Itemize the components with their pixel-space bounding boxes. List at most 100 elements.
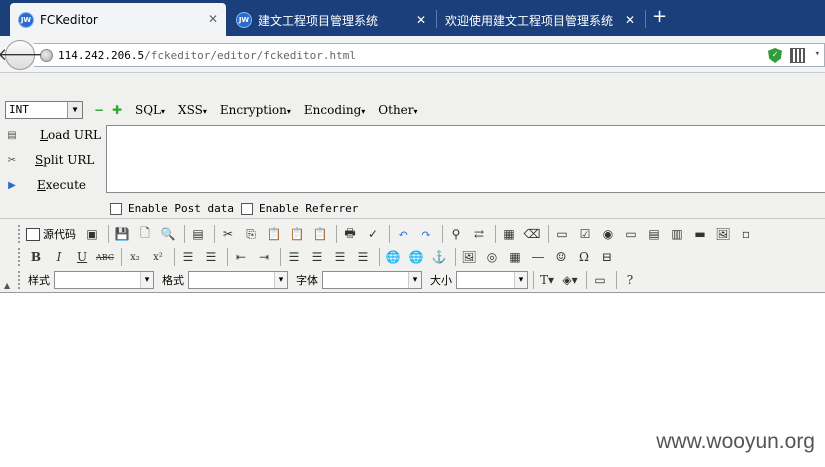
paste-word-icon[interactable]: 📋 [310, 224, 330, 244]
unordered-list-icon[interactable]: ☰ [201, 247, 221, 267]
background-color-icon[interactable]: ◈▾ [560, 270, 580, 290]
align-justify-icon[interactable]: ☰ [353, 247, 373, 267]
qr-code-icon[interactable] [790, 48, 805, 63]
hidden-field-icon[interactable]: ▫ [736, 224, 756, 244]
chevron-down-icon: ▼ [67, 102, 82, 118]
undo-icon[interactable]: ↶ [393, 224, 413, 244]
textarea-icon[interactable]: ▤ [644, 224, 664, 244]
smiley-icon[interactable]: ☺ [551, 247, 571, 267]
jw-favicon-icon: JW [18, 11, 34, 28]
url-dropdown-icon[interactable]: ▾ [815, 49, 820, 59]
redo-icon[interactable]: ↷ [416, 224, 436, 244]
paste-text-icon[interactable]: 📋 [287, 224, 307, 244]
editor-content-area[interactable]: www.wooyun.org [0, 293, 825, 467]
text-color-icon[interactable]: T▾ [537, 270, 557, 290]
minus-button[interactable]: − [94, 104, 104, 116]
select-all-icon[interactable]: ▦ [499, 224, 519, 244]
url-textarea[interactable] [106, 125, 825, 193]
align-right-icon[interactable]: ☰ [330, 247, 350, 267]
source-label: 源代码 [43, 228, 76, 241]
new-tab-button[interactable]: + [652, 8, 667, 26]
spellcheck-icon[interactable]: ✓ [363, 224, 383, 244]
ordered-list-icon[interactable]: ☰ [178, 247, 198, 267]
image-button-icon[interactable]: 🖼 [713, 224, 733, 244]
help-icon[interactable]: ? [620, 270, 640, 290]
tab-welcome[interactable]: 欢迎使用建文工程项目管理系统 ✕ [437, 4, 643, 36]
paste-icon[interactable]: 📋 [264, 224, 284, 244]
back-button[interactable]: 🡐 [0, 40, 43, 70]
italic-button[interactable]: I [49, 247, 69, 267]
unlink-icon[interactable]: 🌐 [406, 247, 426, 267]
source-button[interactable]: 源代码 [26, 226, 76, 242]
strikethrough-button[interactable]: ABC [95, 247, 115, 267]
security-shield-icon[interactable]: ✓ [768, 48, 782, 63]
outdent-icon[interactable]: ⇤ [231, 247, 251, 267]
indent-icon[interactable]: ⇥ [254, 247, 274, 267]
tab-fckeditor[interactable]: JW FCKeditor ✕ [10, 3, 226, 36]
radio-icon[interactable]: ◉ [598, 224, 618, 244]
anchor-icon[interactable]: ⚓ [429, 247, 449, 267]
align-center-icon[interactable]: ☰ [307, 247, 327, 267]
textfield-icon[interactable]: ▭ [621, 224, 641, 244]
menu-other[interactable]: Other [378, 103, 417, 117]
toolbar-separator [533, 271, 534, 289]
menu-xss[interactable]: XSS [178, 103, 207, 117]
align-left-icon[interactable]: ☰ [284, 247, 304, 267]
button-field-icon[interactable]: ▬ [690, 224, 710, 244]
link-icon[interactable]: 🌐 [383, 247, 403, 267]
toolbar-separator [389, 225, 390, 243]
menu-sql[interactable]: SQL [135, 103, 165, 117]
toolbar-separator [379, 248, 380, 266]
toolbar-row-1: 源代码 ▣ 💾 🗋 🔍 ▤ ✂ ⎘ 📋 📋 📋 🖶 ✓ ↶ ↷ ⚲ ⇄ ▦ ⌫ … [18, 223, 759, 245]
enable-post-data-checkbox[interactable]: Enable Post data [110, 202, 234, 215]
flash-icon[interactable]: ◎ [482, 247, 502, 267]
tab-close-icon[interactable]: ✕ [208, 12, 218, 26]
type-select[interactable]: INT ▼ [5, 101, 83, 119]
special-char-icon[interactable]: Ω [574, 247, 594, 267]
print-icon[interactable]: 🖶 [340, 224, 360, 244]
watermark: www.wooyun.org [656, 430, 815, 453]
new-page-icon[interactable]: 🗋 [135, 224, 155, 244]
tab-close-icon[interactable]: ✕ [625, 13, 635, 27]
checkbox-box[interactable] [241, 202, 253, 215]
copy-icon[interactable]: ⎘ [241, 224, 261, 244]
select-field-icon[interactable]: ▥ [667, 224, 687, 244]
horizontal-rule-icon[interactable]: ― [528, 247, 548, 267]
style-combo[interactable] [54, 271, 154, 289]
execute-button[interactable]: ▶ Execute [4, 174, 86, 196]
size-combo[interactable] [456, 271, 528, 289]
remove-format-icon[interactable]: ⌫ [522, 224, 542, 244]
plus-button[interactable]: ✚ [112, 104, 122, 116]
toolbar-separator [495, 225, 496, 243]
form-icon[interactable]: ▭ [552, 224, 572, 244]
menu-encryption[interactable]: Encryption [220, 103, 291, 117]
save-icon[interactable]: 💾 [112, 224, 132, 244]
menu-encoding[interactable]: Encoding [304, 103, 365, 117]
doc-props-icon[interactable]: ▣ [82, 224, 102, 244]
show-blocks-icon[interactable]: ▭ [590, 270, 610, 290]
font-combo[interactable] [322, 271, 422, 289]
address-bar[interactable]: 114.242.206.5/fckeditor/editor/fckeditor… [34, 43, 825, 67]
collapse-toolbar-icon[interactable]: ▲ [4, 281, 10, 290]
checkbox-icon[interactable]: ☑ [575, 224, 595, 244]
table-icon[interactable]: ▦ [505, 247, 525, 267]
image-icon[interactable]: 🖼 [459, 247, 479, 267]
checkbox-box[interactable] [110, 202, 122, 215]
cut-icon[interactable]: ✂ [218, 224, 238, 244]
superscript-button[interactable]: x² [148, 247, 168, 267]
preview-icon[interactable]: 🔍 [158, 224, 178, 244]
tab-bar: JW FCKeditor ✕ JW 建文工程项目管理系统 ✕ 欢迎使用建文工程项… [0, 0, 825, 36]
tab-close-icon[interactable]: ✕ [416, 13, 426, 27]
page-break-icon[interactable]: ⊟ [597, 247, 617, 267]
subscript-button[interactable]: x₂ [125, 247, 145, 267]
replace-icon[interactable]: ⇄ [469, 224, 489, 244]
enable-referrer-checkbox[interactable]: Enable Referrer [241, 202, 358, 215]
format-combo[interactable] [188, 271, 288, 289]
find-icon[interactable]: ⚲ [446, 224, 466, 244]
bold-button[interactable]: B [26, 247, 46, 267]
split-url-button[interactable]: ✂ Split URL [4, 149, 95, 171]
underline-button[interactable]: U [72, 247, 92, 267]
tab-project-system[interactable]: JW 建文工程项目管理系统 ✕ [228, 4, 434, 36]
templates-icon[interactable]: ▤ [188, 224, 208, 244]
load-url-button[interactable]: ▤ Load URL [4, 124, 101, 146]
